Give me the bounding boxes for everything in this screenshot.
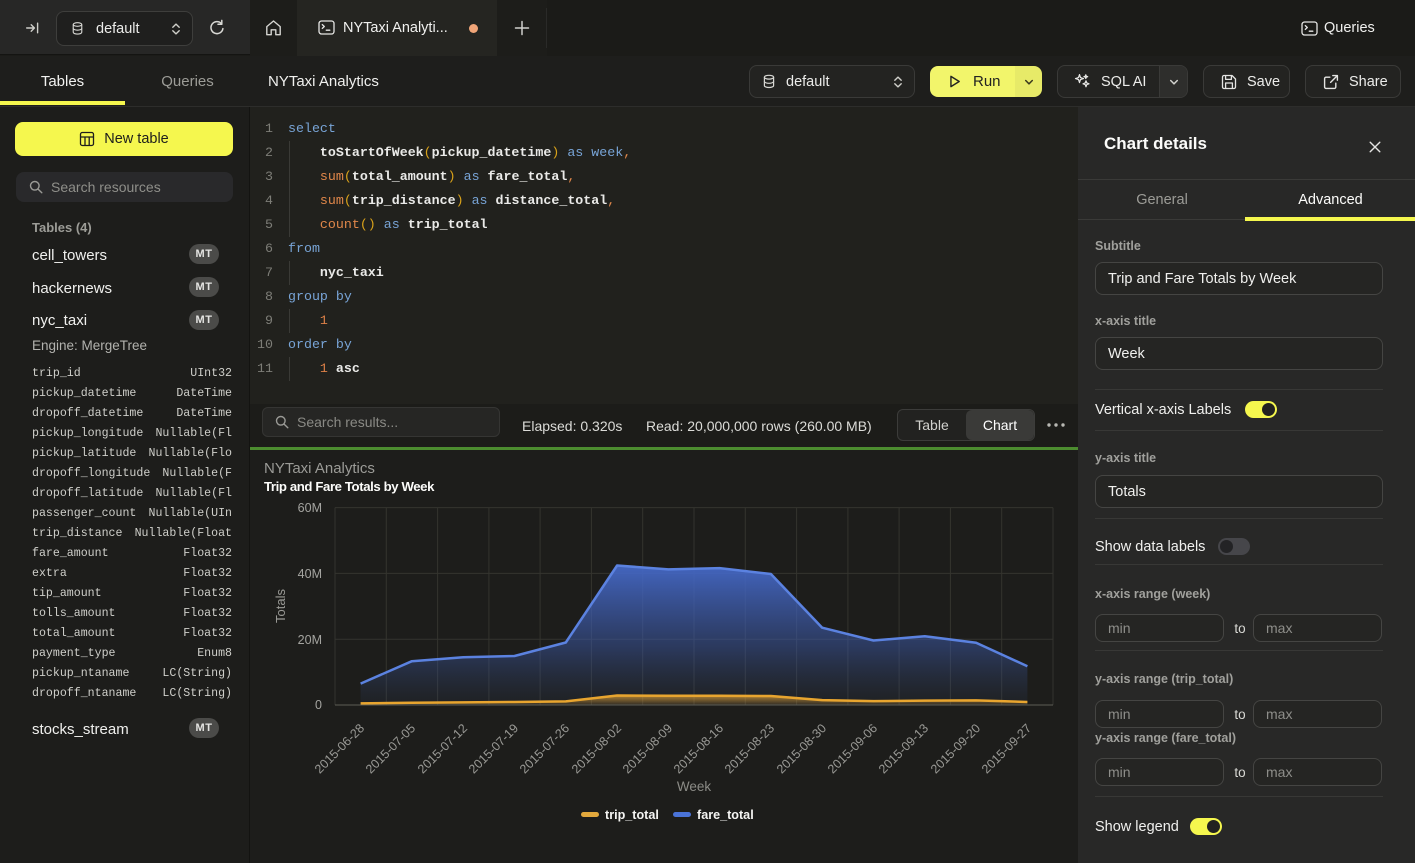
svg-text:40M: 40M — [298, 567, 322, 581]
svg-text:2015-09-13: 2015-09-13 — [876, 721, 931, 776]
svg-text:2015-07-05: 2015-07-05 — [363, 721, 418, 776]
svg-text:2015-06-28: 2015-06-28 — [312, 721, 367, 776]
svg-text:2015-08-23: 2015-08-23 — [722, 721, 777, 776]
svg-text:2015-09-27: 2015-09-27 — [979, 721, 1034, 776]
svg-text:60M: 60M — [298, 501, 322, 515]
svg-text:Totals: Totals — [273, 589, 288, 623]
svg-text:fare_total: fare_total — [697, 808, 754, 822]
svg-text:2015-09-20: 2015-09-20 — [928, 721, 983, 776]
svg-text:2015-08-02: 2015-08-02 — [569, 721, 624, 776]
svg-text:2015-08-16: 2015-08-16 — [671, 721, 726, 776]
svg-text:0: 0 — [315, 698, 322, 712]
svg-text:Week: Week — [677, 779, 712, 794]
svg-text:2015-07-19: 2015-07-19 — [466, 721, 521, 776]
svg-text:2015-08-30: 2015-08-30 — [774, 721, 829, 776]
svg-text:2015-09-06: 2015-09-06 — [825, 721, 880, 776]
svg-text:2015-08-09: 2015-08-09 — [620, 721, 675, 776]
svg-text:20M: 20M — [298, 633, 322, 647]
svg-text:2015-07-26: 2015-07-26 — [517, 721, 572, 776]
svg-text:trip_total: trip_total — [605, 808, 659, 822]
svg-text:2015-07-12: 2015-07-12 — [415, 721, 470, 776]
